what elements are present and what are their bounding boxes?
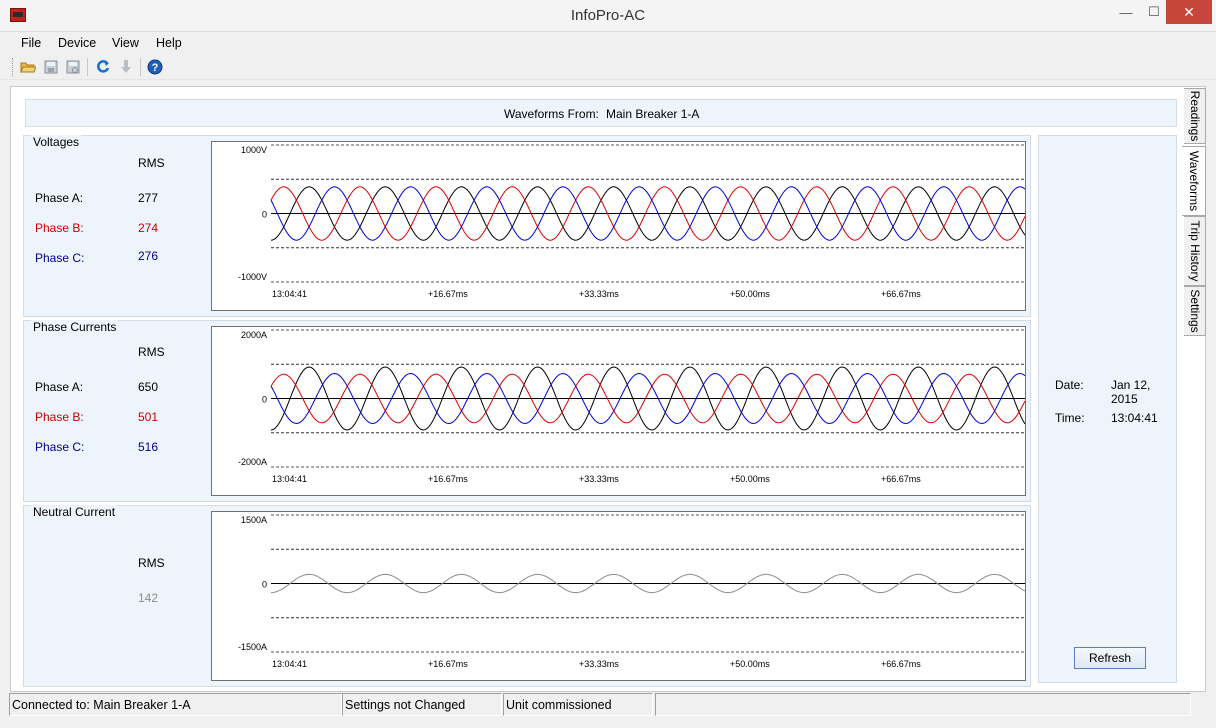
tab-settings[interactable]: Settings: [1184, 286, 1206, 336]
tab-trip-history-label: Trip History: [1187, 220, 1202, 282]
x-tick-label: 13:04:41: [272, 474, 307, 484]
neutral-waveform-chart[interactable]: 1500A 0 -1500A 13:04:41 +16.67ms +33.33ms +50.…: [211, 511, 1026, 681]
open-folder-icon[interactable]: [19, 58, 37, 76]
phase-a-label: Phase A:: [35, 191, 84, 205]
phase-b-label: Phase B:: [35, 221, 84, 235]
save-icon[interactable]: [42, 58, 60, 76]
phase-c-label: Phase C:: [35, 440, 85, 454]
y-tick-label: 0: [262, 395, 267, 405]
neutral-current-title: Neutral Current: [31, 505, 118, 519]
tab-waveforms-label: Waveforms: [1186, 150, 1201, 212]
phase-b-label: Phase B:: [35, 410, 84, 424]
voltage-waveform-svg: 1000V 0 -1000V 13:04:41 +16.67ms +33.33ms +50.…: [238, 144, 1025, 299]
status-connection: Connected to: Main Breaker 1-A: [9, 693, 342, 716]
download-icon[interactable]: [117, 58, 135, 76]
status-bar: Connected to: Main Breaker 1-A Settings …: [0, 692, 1216, 728]
waveforms-from-value: Main Breaker 1-A: [606, 107, 700, 121]
tab-settings-label: Settings: [1187, 289, 1202, 333]
help-icon[interactable]: ?: [146, 58, 164, 76]
rms-label: RMS: [138, 156, 165, 170]
x-tick-label: 13:04:41: [272, 659, 307, 669]
refresh-button[interactable]: Refresh: [1074, 647, 1146, 669]
x-tick-label: +16.67ms: [428, 474, 468, 484]
y-tick-label: -1500A: [238, 642, 267, 652]
menu-view[interactable]: View: [112, 36, 139, 50]
menu-file[interactable]: File: [21, 36, 41, 50]
phase-currents-panel: Phase Currents RMS Phase A: 650 Phase B:…: [23, 320, 1031, 502]
waveforms-from-label: Waveforms From:: [504, 107, 599, 121]
toolbar-separator: [140, 58, 141, 76]
phase-b-value: 501: [138, 410, 159, 424]
y-tick-label: -2000A: [238, 457, 267, 467]
toolbar-separator: [87, 58, 88, 76]
time-label: Time:: [1055, 411, 1085, 425]
x-tick-label: +50.00ms: [730, 289, 770, 299]
y-tick-label: 1000V: [241, 145, 267, 155]
close-button[interactable]: ✕: [1166, 0, 1212, 24]
y-tick-label: 0: [262, 210, 267, 220]
voltage-waveform-chart[interactable]: 1000V 0 -1000V 13:04:41 +16.67ms +33.33ms +50.…: [211, 141, 1026, 311]
x-tick-label: +16.67ms: [428, 659, 468, 669]
voltages-title: Voltages: [31, 135, 82, 149]
x-tick-label: +33.33ms: [579, 474, 619, 484]
waveforms-view: Waveforms From: Main Breaker 1-A Voltage…: [10, 86, 1206, 692]
current-waveform-svg: 2000A 0 -2000A 13:04:41 +16.67ms +33.33ms +50.…: [238, 329, 1025, 484]
neutral-current-panel: Neutral Current RMS 142 1500A 0 -1500A 13:0…: [23, 505, 1031, 687]
x-tick-label: +50.00ms: [730, 659, 770, 669]
x-tick-label: +66.67ms: [881, 474, 921, 484]
toolbar-grip[interactable]: [12, 58, 15, 76]
save-as-icon[interactable]: [64, 58, 82, 76]
time-value: 13:04:41: [1111, 411, 1158, 425]
tab-readings-label: Readings: [1187, 90, 1202, 142]
y-tick-label: 0: [262, 580, 267, 590]
x-tick-label: +50.00ms: [730, 474, 770, 484]
menu-device[interactable]: Device: [58, 36, 96, 50]
tab-trip-history[interactable]: Trip History: [1184, 216, 1206, 286]
svg-text:?: ?: [152, 62, 159, 74]
x-tick-label: +16.67ms: [428, 289, 468, 299]
current-waveform-chart[interactable]: 2000A 0 -2000A 13:04:41 +16.67ms +33.33ms +50.…: [211, 326, 1026, 496]
waveform-source-header: Waveforms From: Main Breaker 1-A: [25, 99, 1177, 127]
tab-readings[interactable]: Readings: [1184, 88, 1206, 144]
phase-a-label: Phase A:: [35, 380, 84, 394]
neutral-waveform-svg: 1500A 0 -1500A 13:04:41 +16.67ms +33.33ms +50.…: [238, 514, 1025, 669]
capture-info-panel: Date: Jan 12, 2015 Time: 13:04:41 Refres…: [1038, 135, 1177, 683]
phase-a-value: 650: [138, 380, 159, 394]
status-extra: [655, 693, 1191, 716]
minimize-button[interactable]: —: [1112, 0, 1140, 24]
phase-b-value: 274: [138, 221, 159, 235]
menu-help[interactable]: Help: [156, 36, 182, 50]
voltages-panel: Voltages RMS Phase A: 277 Phase B: 274 P…: [23, 135, 1031, 317]
status-settings: Settings not Changed: [342, 693, 502, 716]
title-bar: InfoPro-AC — ☐ ✕: [0, 0, 1216, 32]
date-value: Jan 12, 2015: [1111, 378, 1151, 406]
x-tick-label: +66.67ms: [881, 659, 921, 669]
date-label: Date:: [1055, 378, 1084, 392]
status-commission: Unit commissioned: [503, 693, 653, 716]
phase-c-label: Phase C:: [35, 251, 85, 265]
phase-c-value: 516: [138, 440, 159, 454]
refresh-icon[interactable]: [94, 58, 112, 76]
menu-bar: File Device View Help: [0, 32, 1216, 54]
rms-label: RMS: [138, 345, 165, 359]
neutral-value: 142: [138, 591, 159, 605]
phase-a-value: 277: [138, 191, 159, 205]
tab-waveforms[interactable]: Waveforms: [1182, 146, 1206, 216]
phase-currents-title: Phase Currents: [31, 320, 119, 334]
phase-c-value: 276: [138, 249, 159, 263]
rms-label: RMS: [138, 556, 165, 570]
maximize-button[interactable]: ☐: [1140, 0, 1168, 24]
x-tick-label: +33.33ms: [579, 289, 619, 299]
window-title: InfoPro-AC: [570, 7, 646, 24]
y-tick-label: 1500A: [241, 515, 267, 525]
y-tick-label: 2000A: [241, 330, 267, 340]
x-tick-label: 13:04:41: [272, 289, 307, 299]
x-tick-label: +33.33ms: [579, 659, 619, 669]
x-tick-label: +66.67ms: [881, 289, 921, 299]
y-tick-label: -1000V: [238, 272, 267, 282]
toolbar: ?: [0, 54, 1216, 80]
